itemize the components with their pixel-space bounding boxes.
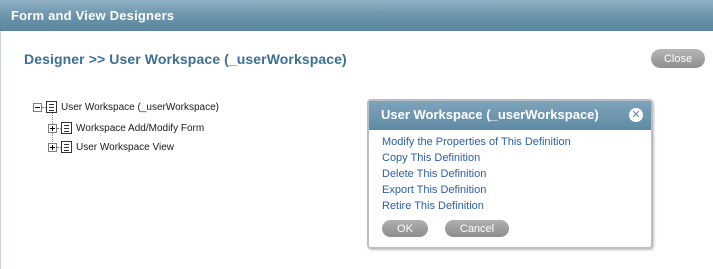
close-button[interactable]: Close — [651, 49, 705, 68]
popup-action-list: Modify the Properties of This Definition… — [382, 134, 571, 214]
page-heading: Designer >> User Workspace (_userWorkspa… — [24, 51, 347, 67]
export-definition-link[interactable]: Export This Definition — [382, 182, 571, 198]
tree-node-root[interactable]: User Workspace (_userWorkspace) — [33, 100, 219, 114]
document-icon — [61, 122, 72, 134]
tree-node-add-modify-form[interactable]: Workspace Add/Modify Form — [48, 121, 204, 135]
title-bar: Form and View Designers — [0, 0, 713, 31]
expand-icon[interactable] — [48, 123, 57, 133]
title-bar-text: Form and View Designers — [11, 8, 175, 23]
tree-node-workspace-view[interactable]: User Workspace View — [48, 140, 174, 154]
copy-definition-link[interactable]: Copy This Definition — [382, 150, 571, 166]
modify-properties-link[interactable]: Modify the Properties of This Definition — [382, 134, 571, 150]
document-icon — [61, 141, 72, 153]
tree-node-label[interactable]: User Workspace View — [76, 142, 174, 153]
retire-definition-link[interactable]: Retire This Definition — [382, 198, 571, 214]
collapse-icon[interactable] — [33, 102, 42, 112]
tree-node-label[interactable]: User Workspace (_userWorkspace) — [61, 102, 219, 113]
ok-button[interactable]: OK — [382, 220, 428, 237]
definition-actions-popup: User Workspace (_userWorkspace) ✕ Modify… — [367, 99, 653, 249]
tree-node-label[interactable]: Workspace Add/Modify Form — [76, 123, 204, 134]
delete-definition-link[interactable]: Delete This Definition — [382, 166, 571, 182]
cancel-button[interactable]: Cancel — [445, 220, 509, 237]
close-icon[interactable]: ✕ — [629, 108, 643, 122]
popup-title: User Workspace (_userWorkspace) — [381, 107, 599, 122]
popup-header: User Workspace (_userWorkspace) ✕ — [369, 101, 651, 130]
expand-icon[interactable] — [48, 142, 57, 152]
window-left-border — [0, 0, 1, 269]
document-icon — [46, 101, 57, 113]
